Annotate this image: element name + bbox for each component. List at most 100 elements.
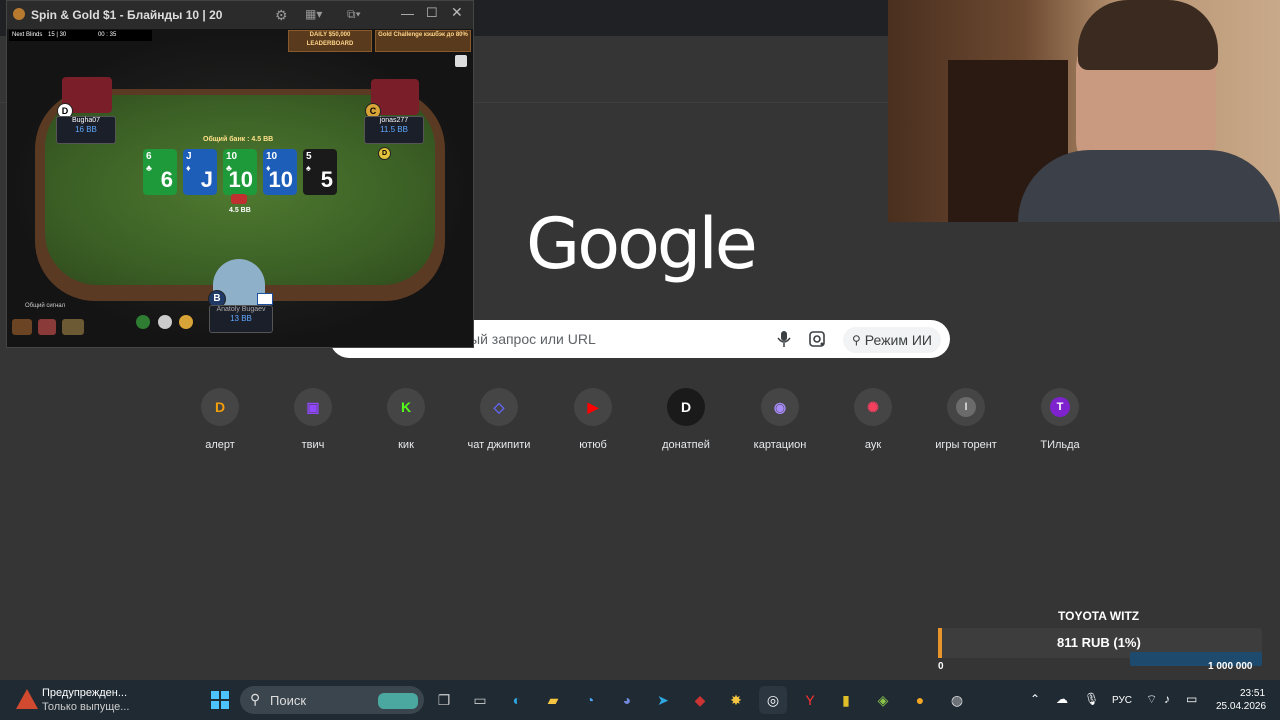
- next-blinds-value: 15 | 30: [48, 32, 67, 38]
- shortcut-label: аук: [864, 439, 882, 451]
- yandex-icon[interactable]: Y: [796, 686, 824, 714]
- seat-left-name: Bugha07: [71, 117, 101, 124]
- shortcut-label: игры торент: [935, 439, 997, 451]
- shortcut-tilda[interactable]: T ТИльда: [1014, 388, 1106, 468]
- wifi-icon[interactable]: ⌔: [1146, 692, 1157, 707]
- battery-icon[interactable]: ▭: [1186, 692, 1197, 706]
- shortcut-icon: D: [201, 388, 239, 426]
- chrome-icon[interactable]: ◎: [759, 686, 787, 714]
- shortcut-icon: T: [1041, 388, 1079, 426]
- board-card: 5 ♠ 5: [303, 149, 337, 195]
- shortcut-label: картацион: [753, 439, 807, 451]
- windows-start-icon[interactable]: [206, 686, 234, 714]
- shortcut-icon: ◇: [480, 388, 518, 426]
- telegram-icon[interactable]: ➤: [649, 686, 677, 714]
- poker-window[interactable]: Spin & Gold $1 - Блайнды 10 | 20 ⚙ ▦▾ ⧉▾…: [6, 0, 474, 348]
- onedrive-icon[interactable]: ☁: [1056, 692, 1068, 706]
- chat-bubble-icon[interactable]: [158, 315, 172, 329]
- seat-right[interactable]: jonas277 11.5 BB: [364, 116, 424, 144]
- browser-icon[interactable]: ◔: [576, 686, 604, 714]
- shortcut-icon: K: [387, 388, 425, 426]
- obs-icon[interactable]: ◍: [943, 686, 971, 714]
- board-card: 10 ♦ 10: [263, 149, 297, 195]
- shortcut-label: твич: [301, 439, 325, 451]
- microphone-icon[interactable]: [776, 330, 792, 348]
- emote-icon[interactable]: [62, 319, 84, 335]
- taskbar-search-label: Поиск: [270, 693, 307, 708]
- notification-subtitle[interactable]: Только выпуще...: [42, 701, 129, 713]
- emote-icon[interactable]: [38, 319, 56, 335]
- donation-goal-title: TOYOTA WITZ: [1058, 609, 1140, 623]
- app-icon[interactable]: ▭: [466, 686, 494, 714]
- pokerok-icon[interactable]: ●: [906, 686, 934, 714]
- shortcut-chatgpt[interactable]: ◇ чат джипити: [453, 388, 545, 468]
- tables-icon[interactable]: ⧉▾: [347, 7, 361, 22]
- taskbar-search[interactable]: ⚲ Поиск: [240, 686, 424, 714]
- shortcut-label: ютюб: [579, 439, 607, 451]
- microphone-tray-icon[interactable]: 🎙: [1084, 692, 1099, 706]
- pot-chips-icon: [231, 194, 247, 204]
- app-green-icon[interactable]: ◈: [869, 686, 897, 714]
- tray-chevron-icon[interactable]: ⌃: [1030, 692, 1040, 706]
- donation-max: 1 000 000: [1208, 661, 1253, 672]
- shortcut-youtube[interactable]: ▶ ютюб: [547, 388, 639, 468]
- leaderboard-promo[interactable]: DAILY $50,000 LEADERBOARD: [288, 30, 372, 52]
- next-blinds-label: Next Blinds: [12, 32, 43, 38]
- shortcut-icon: I: [947, 388, 985, 426]
- settings-gear-icon[interactable]: ⚙: [275, 7, 288, 24]
- shortcut-kick[interactable]: K кик: [360, 388, 452, 468]
- file-explorer-icon[interactable]: ▰: [539, 686, 567, 714]
- board-card: 10 ♣ 10: [223, 149, 257, 195]
- notification-title[interactable]: Предупрежден...: [42, 687, 127, 699]
- clock-date[interactable]: 25.04.2026: [1216, 701, 1266, 712]
- webcam-person-shirt: [1018, 150, 1280, 222]
- pot-chips-amount: 4.5 BB: [229, 207, 251, 214]
- pokerok-logo-icon: [13, 8, 25, 20]
- blinds-timer: 00 : 35: [97, 32, 117, 38]
- ai-mode-label: Режим ИИ: [864, 332, 932, 348]
- emote-icon[interactable]: [12, 319, 32, 335]
- app-yellow-icon[interactable]: ▮: [832, 686, 860, 714]
- webcam-person-hair: [1078, 0, 1218, 70]
- gold-challenge-promo[interactable]: Gold Challenge кэшбэк до 80%: [375, 30, 471, 52]
- google-lens-icon[interactable]: [808, 330, 826, 348]
- hero-seat[interactable]: Anatoly Bugaev 13 BB: [209, 305, 273, 333]
- shortcut-label: чат джипити: [467, 439, 531, 451]
- shortcut-icon: ▶: [574, 388, 612, 426]
- ai-mode-button[interactable]: ⚲ Режим ИИ: [843, 327, 941, 353]
- shortcut-icon: ◉: [761, 388, 799, 426]
- shortcut-icon: D: [667, 388, 705, 426]
- maximize-icon[interactable]: ☐: [426, 5, 438, 21]
- shortcut-games-torrent[interactable]: I игры торент: [920, 388, 1012, 468]
- card-deck-icon[interactable]: [455, 55, 467, 67]
- shortcut-label: ТИльда: [1040, 439, 1080, 451]
- volume-icon[interactable]: ♪: [1164, 692, 1170, 706]
- search-icon: ⚲: [250, 691, 261, 707]
- app-red-icon[interactable]: ◆: [686, 686, 714, 714]
- google-logo: Google: [526, 203, 758, 285]
- search-input-placeholder[interactable]: ый запрос или URL: [470, 331, 596, 347]
- clock-time[interactable]: 23:51: [1240, 688, 1265, 699]
- webcam-overlay: [888, 0, 1280, 222]
- shortcut-twitch[interactable]: ▣ твич: [267, 388, 359, 468]
- shortcut-donatepay[interactable]: D донатпей: [640, 388, 732, 468]
- shortcut-auk[interactable]: ✺ аук: [827, 388, 919, 468]
- ai-search-icon: ⚲: [852, 333, 861, 347]
- shortcut-alert[interactable]: D алерт: [174, 388, 266, 468]
- discord-icon[interactable]: ◕: [613, 686, 641, 714]
- pot-label: Общий банк : 4.5 BB: [203, 136, 274, 143]
- app-star-icon[interactable]: ✸: [722, 686, 750, 714]
- layout-grid-icon[interactable]: ▦▾: [305, 7, 322, 21]
- shortcut-icon: ▣: [294, 388, 332, 426]
- shortcut-kartacion[interactable]: ◉ картацион: [734, 388, 826, 468]
- seat-left[interactable]: Bugha07 16 BB: [56, 116, 116, 144]
- language-indicator[interactable]: РУС: [1112, 695, 1132, 706]
- reaction-icon[interactable]: [179, 315, 193, 329]
- dealer-chip-icon: D: [378, 147, 391, 160]
- task-view-icon[interactable]: ❐: [430, 686, 458, 714]
- donation-amount: 811 RUB (1%): [1057, 635, 1141, 650]
- close-icon[interactable]: ✕: [451, 4, 463, 21]
- minimize-icon[interactable]: —: [401, 6, 414, 21]
- emoji-icon[interactable]: [136, 315, 150, 329]
- edge-icon[interactable]: ◐: [503, 686, 531, 714]
